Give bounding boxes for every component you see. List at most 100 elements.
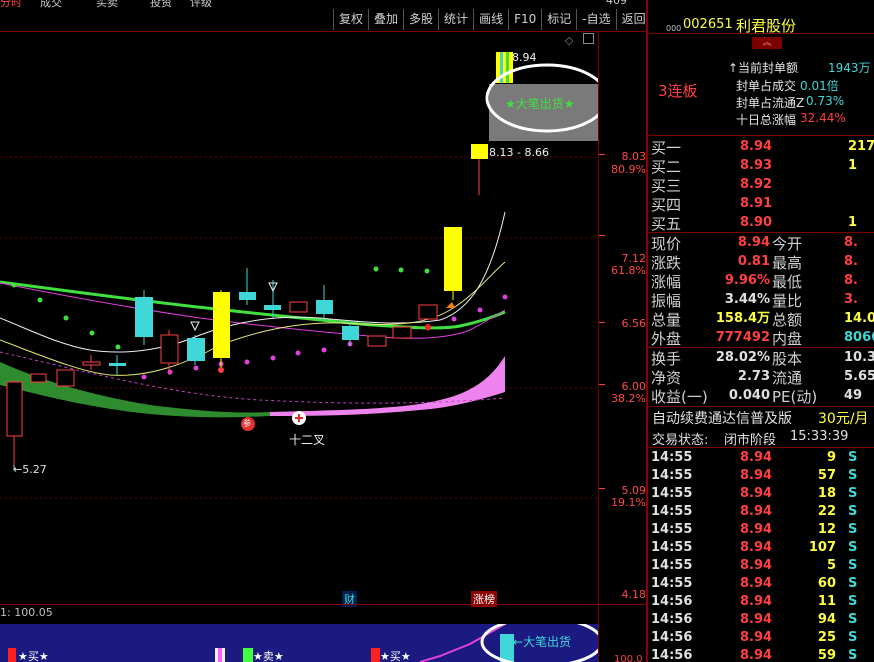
tick-row[interactable]: 14:56 8.94 94 S (648, 612, 874, 630)
toolbar-button[interactable]: 标记 (542, 9, 578, 30)
tick-row[interactable]: 14:55 8.94 57 S (648, 468, 874, 486)
high-price-label: 8.94 (512, 51, 537, 64)
limit-up-badge: 3连板 (658, 82, 698, 100)
toolbar-button[interactable]: 统计 (439, 9, 475, 30)
tick-time: 14:56 (651, 648, 693, 662)
bid-level-label: 买三 (651, 177, 682, 195)
bid-volume: 1 (848, 215, 858, 230)
sub-indicator-chart[interactable] (0, 624, 598, 662)
tick-price: 8.94 (740, 504, 773, 519)
toolbar-button[interactable]: 复权 (334, 9, 370, 30)
tick-time: 14:56 (651, 612, 693, 627)
tick-row[interactable]: 14:56 8.94 11 S (648, 594, 874, 612)
bid-level-label: 买二 (651, 158, 682, 176)
trade-status-label: 交易状态: (652, 433, 709, 448)
tick-price: 8.94 (740, 522, 773, 537)
quote-value: 5.65 (844, 369, 874, 384)
bid-volume: 1 (848, 158, 858, 173)
range-label: 8.13 - 8.66 (489, 146, 549, 159)
toolbar-button[interactable]: 叠加 (369, 9, 405, 30)
quote-label: 量比 (772, 292, 803, 310)
promo-text[interactable]: 自动续费通达信普及版 (652, 408, 792, 428)
tick-time: 14:56 (651, 594, 693, 609)
top-strip-item[interactable]: 评级 (190, 0, 212, 8)
bid-price[interactable]: 8.92 (740, 175, 772, 194)
tick-row[interactable]: 14:55 8.94 12 S (648, 522, 874, 540)
quote-label: 最低 (772, 273, 803, 291)
tick-volume: 9 (826, 450, 836, 465)
tick-side: S (848, 468, 858, 483)
axis-label: 80.9% (611, 163, 646, 176)
toolbar-button[interactable]: 多股 (404, 9, 440, 30)
tick-price: 8.94 (740, 612, 773, 627)
tick-row[interactable]: 14:55 8.94 107 S (648, 540, 874, 558)
tick-time: 14:55 (651, 504, 693, 519)
tick-row[interactable]: 14:56 8.94 59 S (648, 648, 874, 662)
quote-label: 外盘 (651, 330, 682, 348)
top-strip-item[interactable]: 409 (606, 0, 627, 7)
quote-value: 0.040 (728, 388, 770, 403)
tick-row[interactable]: 14:55 8.94 60 S (648, 576, 874, 594)
quote-value: 49 (844, 388, 863, 403)
quote-value: 8.94 (737, 235, 770, 250)
top-strip-item[interactable]: 成交 (40, 0, 62, 8)
tick-price: 8.94 (740, 576, 773, 591)
quote-value: 777492 (715, 330, 770, 345)
tick-volume: 107 (808, 540, 836, 555)
quote-label: 振幅 (651, 292, 682, 310)
tick-side: S (848, 612, 858, 627)
sub-pane-border (0, 604, 646, 605)
quote-label: 流通 (772, 369, 803, 387)
tick-side: S (848, 450, 858, 465)
axis-label: 38.2% (611, 392, 646, 405)
candlestick-chart[interactable] (0, 32, 598, 604)
tick-list[interactable]: 14:55 8.94 9 S 14:55 8.94 57 S 14:55 8.94 18 S 14:55… (648, 450, 874, 662)
stat-value: 0.73% (806, 94, 845, 108)
tick-volume: 11 (817, 594, 836, 609)
bid-level-label: 买五 (651, 215, 682, 233)
stock-code-prefix: 000 (666, 24, 682, 33)
tick-row[interactable]: 14:55 8.94 18 S (648, 486, 874, 504)
bid-price[interactable]: 8.93 (740, 156, 772, 175)
toolbar-button[interactable]: 画线 (474, 9, 510, 30)
top-strip-item[interactable]: 投资 (150, 0, 172, 8)
quote-value: 9.96% (724, 273, 770, 288)
quote-value: 14.0 (844, 311, 874, 326)
tick-row[interactable]: 14:55 8.94 9 S (648, 450, 874, 468)
axis-label: 8.03 (621, 150, 647, 163)
quote-value: 8. (844, 254, 858, 269)
tick-price: 8.94 (740, 540, 773, 555)
quote-label: 换手 (651, 350, 682, 368)
tick-side: S (848, 540, 858, 555)
bid-price[interactable]: 8.90 (740, 213, 772, 232)
toolbar-button[interactable]: -自选 (577, 9, 617, 30)
quote-label: 总量 (651, 311, 682, 329)
quote-value: 158.4万 (715, 311, 770, 326)
top-strip-item[interactable]: 买卖 (96, 0, 118, 8)
tick-row[interactable]: 14:55 8.94 5 S (648, 558, 874, 576)
bid-price[interactable]: 8.91 (740, 194, 772, 213)
axis-label: 19.1% (611, 496, 646, 509)
sub-buy-label-1: ★买★ (18, 650, 49, 662)
quote-label: 涨幅 (651, 273, 682, 291)
expand-icon[interactable]: ︽ (752, 37, 782, 49)
toolbar-button[interactable]: F10 (509, 9, 543, 30)
tick-volume: 25 (817, 630, 836, 645)
axis-label: 61.8% (611, 264, 646, 277)
tick-row[interactable]: 14:56 8.94 25 S (648, 630, 874, 648)
tick-row[interactable]: 14:55 8.94 22 S (648, 504, 874, 522)
tick-volume: 22 (817, 504, 836, 519)
bid-price[interactable]: 8.94 (740, 137, 772, 156)
quote-label: 最高 (772, 254, 803, 272)
tick-side: S (848, 522, 858, 537)
quote-value: 3. (844, 292, 858, 307)
tick-price: 8.94 (740, 630, 773, 645)
sub-axis-label: 100.0 (614, 654, 643, 662)
order-book: 买一 8.94 217 买二 8.93 1 买三 8.92 买四 8.91 买五 8.90 1 (648, 137, 874, 233)
tick-price: 8.94 (740, 594, 773, 609)
red-signal-dot (218, 367, 224, 373)
top-strip-item[interactable]: 分时 (0, 0, 22, 8)
promo-price[interactable]: 30元/月 (818, 408, 869, 428)
ref-tag: 参 (243, 419, 251, 428)
price-axis: 8.03 80.9% 7.12 61.8% 6.56 6.00 38.2% 5.… (599, 32, 646, 604)
